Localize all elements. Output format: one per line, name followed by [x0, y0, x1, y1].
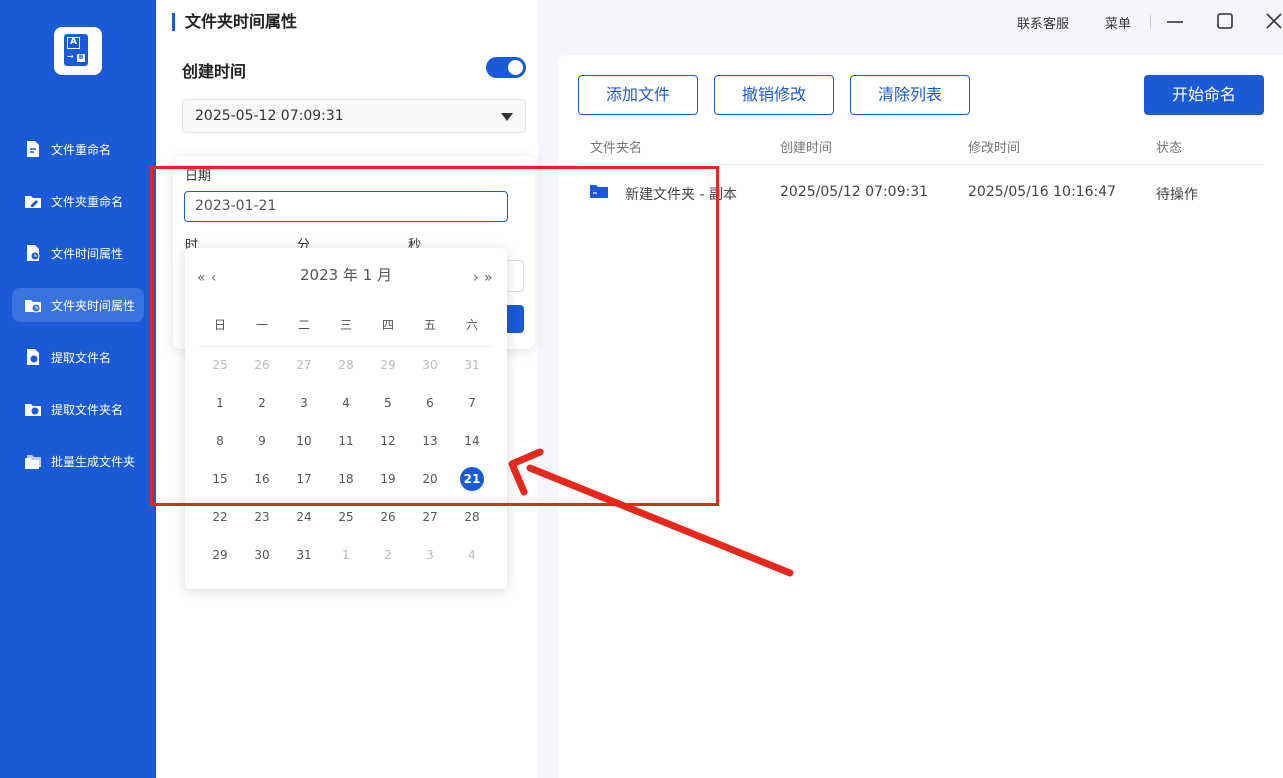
calendar-day-number: 3 — [426, 548, 434, 562]
calendar-day[interactable]: 4 — [451, 548, 493, 562]
calendar-day-number: 22 — [212, 510, 228, 524]
calendar-day[interactable]: 31 — [283, 548, 325, 562]
page-title: 文件夹时间属性 — [172, 13, 297, 31]
column-header-modified: 修改时间 — [968, 141, 1021, 156]
column-header-created: 创建时间 — [780, 141, 833, 156]
folders-icon — [25, 455, 41, 469]
calendar-day[interactable]: 30 — [241, 548, 283, 562]
sidebar-item-label: 文件时间属性 — [51, 246, 124, 261]
calendar-day[interactable]: 1 — [325, 548, 367, 562]
calendar-day-number: 31 — [296, 548, 312, 562]
column-header-status: 状态 — [1156, 141, 1183, 156]
calendar-day[interactable]: 24 — [283, 510, 325, 524]
calendar-day-number: 27 — [422, 510, 438, 524]
logo-arrow: → — [67, 52, 74, 61]
calendar-day-number: 24 — [296, 510, 312, 524]
close-icon[interactable] — [1265, 12, 1283, 30]
creation-time-select[interactable]: 2025-05-12 07:09:31 — [182, 99, 526, 133]
calendar-day-number: 2 — [384, 548, 392, 562]
logo-letter-b: B — [77, 54, 85, 62]
start-rename-button[interactable]: 开始命名 — [1144, 75, 1264, 115]
app-logo: A → B — [54, 27, 102, 75]
folder-clock-icon — [25, 300, 41, 313]
folder-extract-icon — [25, 404, 41, 416]
undo-changes-button[interactable]: 撤销修改 — [714, 75, 834, 115]
logo-letter-a: A — [67, 37, 80, 49]
creation-time-label: 创建时间 — [182, 62, 247, 81]
sidebar-item-batch-folders[interactable]: 批量生成文件夹 — [12, 444, 144, 478]
sidebar-item-file-rename[interactable]: 文件重命名 — [12, 132, 144, 166]
sidebar-item-label: 提取文件名 — [51, 350, 112, 365]
sidebar-item-label: 提取文件夹名 — [51, 402, 124, 417]
file-extract-icon — [27, 349, 39, 365]
contact-support-link[interactable]: 联系客服 — [1017, 13, 1069, 32]
calendar-day-number: 26 — [380, 510, 396, 524]
sidebar-item-extract-filename[interactable]: 提取文件名 — [12, 340, 144, 374]
file-clock-icon — [27, 245, 40, 261]
row-created: 2025/05/12 07:09:31 — [780, 184, 929, 200]
sidebar-item-extract-foldername[interactable]: 提取文件夹名 — [12, 392, 144, 426]
folder-edit-icon — [25, 196, 41, 208]
calendar-day-number: 28 — [464, 510, 480, 524]
divider — [1150, 15, 1151, 29]
calendar-day[interactable]: 2 — [367, 548, 409, 562]
row-modified: 2025/05/16 10:16:47 — [968, 184, 1117, 200]
creation-time-toggle[interactable] — [486, 57, 526, 78]
caret-down-icon — [501, 113, 513, 121]
sidebar-item-label: 文件重命名 — [51, 142, 112, 157]
add-files-button[interactable]: 添加文件 — [578, 75, 698, 115]
calendar-day[interactable]: 3 — [409, 548, 451, 562]
calendar-week-row: 29 30 31 1 2 3 4 — [199, 536, 493, 574]
column-header-name: 文件夹名 — [590, 141, 643, 156]
clear-list-button[interactable]: 清除列表 — [850, 75, 970, 115]
calendar-day[interactable]: 27 — [409, 510, 451, 524]
select-value: 2025-05-12 07:09:31 — [195, 108, 344, 124]
calendar-day-number: 29 — [212, 548, 228, 562]
calendar-day[interactable]: 26 — [367, 510, 409, 524]
annotation-highlight-box — [150, 166, 719, 506]
table-header: 文件夹名 创建时间 修改时间 状态 — [578, 137, 1264, 165]
sidebar-item-folder-time[interactable]: 文件夹时间属性 — [12, 288, 144, 322]
calendar-day-number: 23 — [254, 510, 270, 524]
sidebar-item-label: 批量生成文件夹 — [51, 454, 136, 469]
calendar-day-number: 1 — [342, 548, 350, 562]
sidebar-item-file-time[interactable]: 文件时间属性 — [12, 236, 144, 270]
file-edit-icon — [27, 141, 39, 157]
maximize-icon[interactable] — [1216, 12, 1234, 30]
sidebar-nav: 文件重命名 文件夹重命名 文件时间属性 文件夹时间属性 提取文件名 提取文件夹名… — [12, 132, 144, 496]
minimize-icon[interactable] — [1166, 12, 1184, 30]
sidebar-item-label: 文件夹时间属性 — [51, 298, 136, 313]
calendar-day-number: 25 — [338, 510, 354, 524]
calendar-day[interactable]: 22 — [199, 510, 241, 524]
calendar-day[interactable]: 29 — [199, 548, 241, 562]
calendar-day[interactable]: 23 — [241, 510, 283, 524]
calendar-day[interactable]: 28 — [451, 510, 493, 524]
sidebar: A → B 文件重命名 文件夹重命名 文件时间属性 文件夹时间属性 提取文件名 … — [0, 0, 156, 778]
toggle-knob — [508, 60, 523, 75]
sidebar-item-folder-rename[interactable]: 文件夹重命名 — [12, 184, 144, 218]
sidebar-item-label: 文件夹重命名 — [51, 194, 124, 209]
row-status: 待操作 — [1156, 187, 1198, 203]
menu-link[interactable]: 菜单 — [1105, 13, 1131, 32]
calendar-day-number: 4 — [468, 548, 476, 562]
calendar-day-number: 30 — [254, 548, 270, 562]
calendar-day[interactable]: 25 — [325, 510, 367, 524]
